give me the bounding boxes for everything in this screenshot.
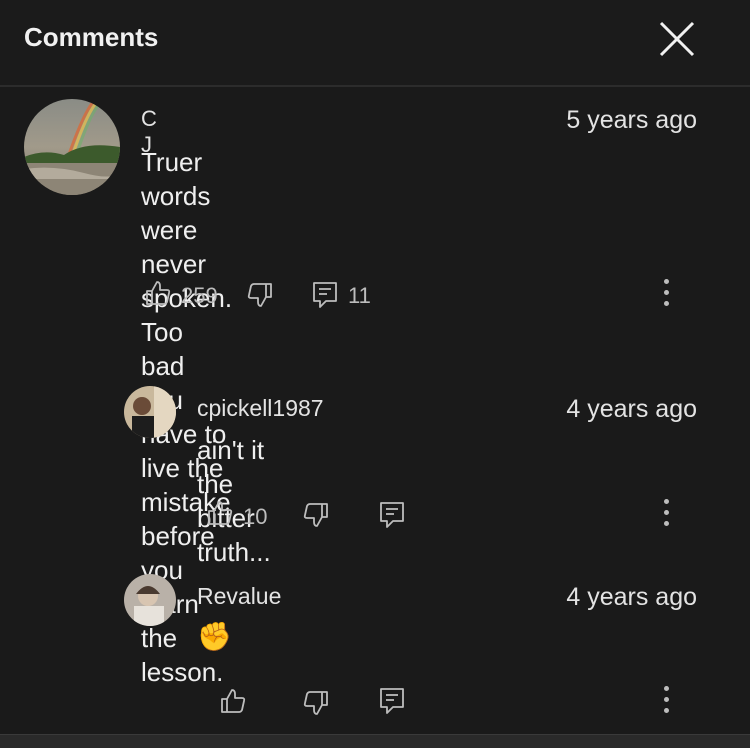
reply-count: 11 [348,283,371,308]
comment-timestamp: 4 years ago [566,395,697,423]
comment-timestamp: 5 years ago [566,106,697,134]
close-button[interactable] [654,16,700,62]
comment-author[interactable]: Revalue [197,583,281,610]
more-options-button[interactable] [660,496,672,532]
more-vertical-icon [660,499,672,526]
avatar-image [124,386,176,438]
dislike-icon [303,691,328,715]
dislike-icon [303,503,328,527]
reply-button[interactable] [379,501,405,534]
like-icon [208,501,233,525]
comment-emoji: ✊ [197,621,232,652]
avatar-image [124,574,176,626]
dislike-button[interactable] [303,690,329,721]
comments-header: Comments [0,0,750,87]
comment-timestamp: 4 years ago [566,583,697,611]
close-icon [659,21,695,57]
dislike-icon [247,283,272,307]
comment-text: ✊ [197,620,232,654]
reply-icon [380,502,404,528]
avatar[interactable] [24,99,120,195]
avatar-image [24,99,120,195]
more-vertical-icon [660,686,672,713]
like-button[interactable] [220,688,246,719]
more-options-button[interactable] [660,276,672,312]
reply-icon [313,282,337,308]
like-icon [221,689,246,713]
reply-icon [380,688,404,714]
avatar[interactable] [124,574,176,626]
comment-line: lesson. [141,657,224,687]
more-vertical-icon [660,279,672,306]
reply-button[interactable] [379,687,405,720]
like-button[interactable] [207,500,233,531]
avatar[interactable] [124,386,176,438]
like-button[interactable] [145,280,171,311]
dislike-button[interactable] [303,502,329,533]
dislike-button[interactable] [247,282,273,313]
bottom-bar [0,734,750,748]
like-icon [146,281,171,305]
page-title: Comments [24,22,159,52]
reply-button[interactable] [312,281,338,314]
like-count: 259 [181,283,218,308]
like-count: 10 [243,504,268,529]
more-options-button[interactable] [660,683,672,719]
comment-author[interactable]: cpickell1987 [197,395,324,422]
